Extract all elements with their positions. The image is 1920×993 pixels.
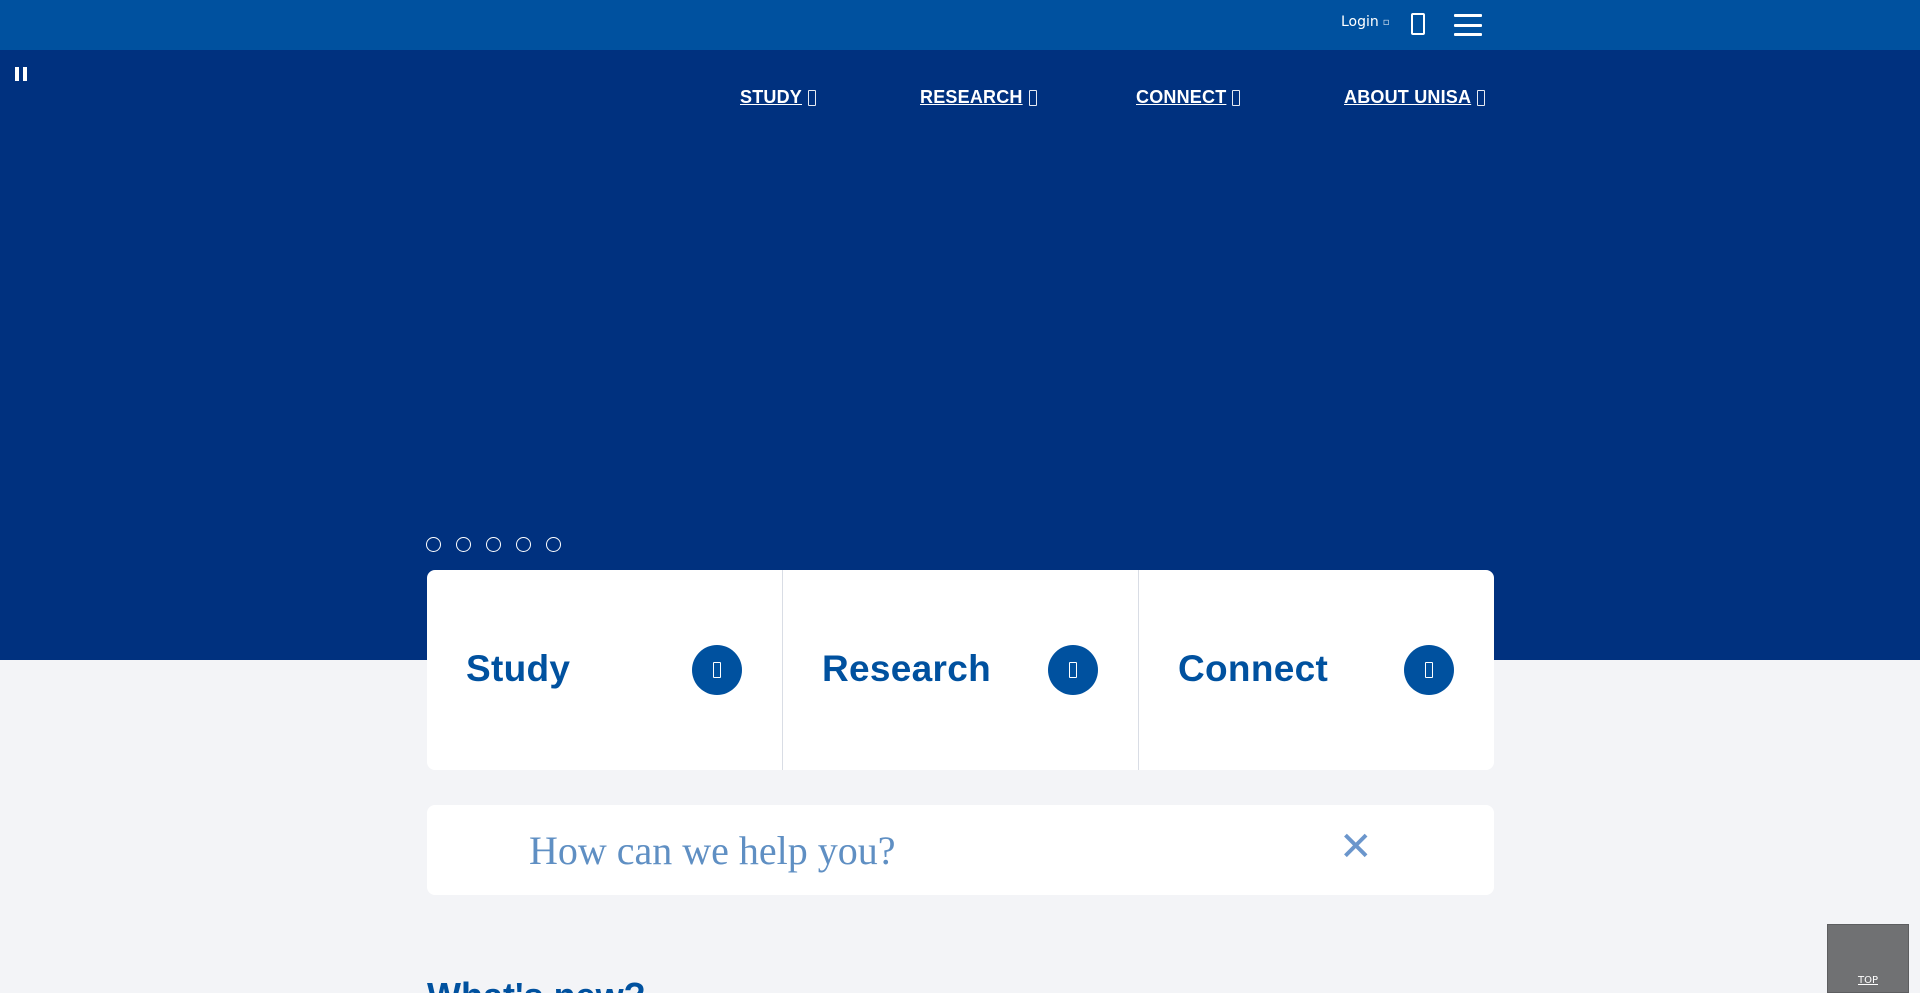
card-connect[interactable]: Connect bbox=[1139, 570, 1494, 770]
card-title: Connect bbox=[1178, 648, 1329, 689]
chevron-down-icon bbox=[1232, 89, 1241, 106]
carousel-dot[interactable] bbox=[426, 537, 441, 552]
quick-link-cards: Study Research Connect bbox=[427, 570, 1494, 770]
nav-item-study[interactable]: STUDY bbox=[740, 87, 817, 108]
nav-item-label: RESEARCH bbox=[920, 87, 1023, 107]
card-study[interactable]: Study bbox=[427, 570, 783, 770]
arrow-right-icon[interactable] bbox=[692, 645, 742, 695]
carousel-dot[interactable] bbox=[486, 537, 501, 552]
card-title: Research bbox=[822, 648, 992, 689]
main-navigation: STUDY RESEARCH CONNECT ABOUT UNISA bbox=[0, 87, 1920, 113]
carousel-dot[interactable] bbox=[546, 537, 561, 552]
login-label: Login bbox=[1341, 14, 1379, 30]
close-icon[interactable]: ✕ bbox=[1339, 827, 1373, 867]
carousel-dots bbox=[426, 537, 561, 552]
search-input[interactable] bbox=[529, 823, 1289, 877]
nav-item-label: STUDY bbox=[740, 87, 803, 107]
card-research[interactable]: Research bbox=[783, 570, 1139, 770]
carousel-dot[interactable] bbox=[456, 537, 471, 552]
login-link[interactable]: Login ▫ bbox=[1341, 14, 1390, 30]
hero-banner: STUDY RESEARCH CONNECT ABOUT UNISA bbox=[0, 50, 1920, 660]
nav-item-connect[interactable]: CONNECT bbox=[1136, 87, 1241, 108]
hamburger-menu-icon[interactable] bbox=[1454, 14, 1482, 36]
chevron-down-icon bbox=[1477, 89, 1486, 106]
arrow-right-icon[interactable] bbox=[1048, 645, 1098, 695]
back-to-top-label: TOP bbox=[1857, 975, 1878, 986]
card-title: Study bbox=[466, 648, 571, 689]
nav-item-label: CONNECT bbox=[1136, 87, 1227, 107]
carousel-dot[interactable] bbox=[516, 537, 531, 552]
chevron-down-icon bbox=[808, 89, 817, 106]
chevron-down-icon bbox=[1028, 89, 1037, 106]
whats-new-heading: What's new? bbox=[427, 975, 646, 993]
back-to-top-button[interactable]: TOP bbox=[1827, 924, 1909, 993]
arrow-right-icon[interactable] bbox=[1404, 645, 1454, 695]
external-link-icon: ▫ bbox=[1382, 16, 1390, 28]
pause-icon[interactable] bbox=[15, 67, 29, 83]
top-utility-bar: Login ▫ bbox=[0, 0, 1920, 50]
nav-item-research[interactable]: RESEARCH bbox=[920, 87, 1037, 108]
search-icon[interactable] bbox=[1411, 13, 1425, 35]
nav-item-label: ABOUT UNISA bbox=[1344, 87, 1472, 107]
help-search-box: ✕ bbox=[427, 805, 1494, 895]
nav-item-about-unisa[interactable]: ABOUT UNISA bbox=[1344, 87, 1486, 108]
